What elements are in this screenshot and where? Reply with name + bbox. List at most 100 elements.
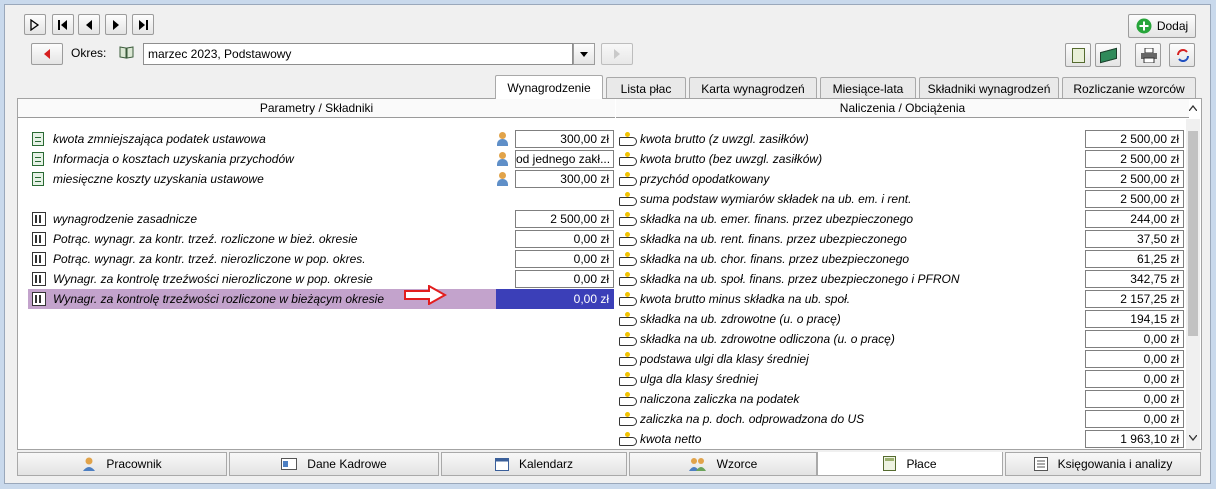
tab-miesiace-lata[interactable]: Miesiące-lata bbox=[820, 77, 916, 99]
right-row-value[interactable]: 61,25 zł bbox=[1085, 250, 1184, 268]
left-row[interactable]: Informacja o kosztach uzyskania przychod… bbox=[28, 149, 614, 169]
book-icon bbox=[119, 46, 134, 59]
last-icon bbox=[139, 19, 148, 30]
right-row-value[interactable]: 0,00 zł bbox=[1085, 390, 1184, 408]
right-row[interactable]: składka na ub. chor. finans. przez ubezp… bbox=[616, 249, 1186, 269]
chevron-down-icon bbox=[580, 51, 588, 57]
right-row-value[interactable]: 244,00 zł bbox=[1085, 210, 1184, 228]
right-row-value[interactable]: 194,15 zł bbox=[1085, 310, 1184, 328]
right-row[interactable]: suma podstaw wymiarów składek na ub. em.… bbox=[616, 189, 1186, 209]
left-row-name: Potrąc. wynagr. za kontr. trzeź. nierozl… bbox=[53, 252, 366, 266]
right-row-name: naliczona zaliczka na podatek bbox=[640, 392, 800, 406]
hand-coin-icon bbox=[619, 212, 637, 226]
bottom-tab-pracownik[interactable]: Pracownik bbox=[17, 452, 227, 476]
left-row-value[interactable]: 0,00 zł bbox=[515, 270, 614, 288]
left-row-value[interactable]: 0,00 zł bbox=[515, 250, 614, 268]
bottom-tab-kalendarz[interactable]: Kalendarz bbox=[441, 452, 627, 476]
left-row[interactable]: wynagrodzenie zasadnicze 2 500,00 zł bbox=[28, 209, 614, 229]
left-row[interactable]: miesięczne koszty uzyskania ustawowe 300,… bbox=[28, 169, 614, 189]
right-row[interactable]: ulga dla klasy średniej 0,00 zł bbox=[616, 369, 1186, 389]
tab-label: Składniki wynagrodzeń bbox=[927, 81, 1051, 96]
right-row-value[interactable]: 342,75 zł bbox=[1085, 270, 1184, 288]
bottom-tab-place[interactable]: Płace bbox=[817, 452, 1003, 476]
right-row[interactable]: kwota brutto minus składka na ub. społ. 2… bbox=[616, 289, 1186, 309]
add-button-label: Dodaj bbox=[1156, 19, 1189, 33]
scroll-thumb[interactable] bbox=[1188, 131, 1198, 336]
tab-karta-wynagrodzen[interactable]: Karta wynagrodzeń bbox=[689, 77, 817, 99]
users-icon[interactable] bbox=[497, 152, 515, 166]
right-row[interactable]: składka na ub. społ. finans. przez ubezp… bbox=[616, 269, 1186, 289]
tab-wynagrodzenie[interactable]: Wynagrodzenie bbox=[495, 75, 603, 99]
right-row[interactable]: składka na ub. rent. finans. przez ubezp… bbox=[616, 229, 1186, 249]
right-row-value[interactable]: 0,00 zł bbox=[1085, 350, 1184, 368]
person-icon bbox=[83, 457, 96, 471]
tab-label: Miesiące-lata bbox=[832, 81, 904, 96]
left-row-value[interactable]: 300,00 zł bbox=[515, 170, 614, 188]
left-row-name: Wynagr. za kontrolę trzeźwości rozliczon… bbox=[53, 292, 385, 306]
right-row[interactable]: składka na ub. zdrowotne (u. o pracę) 194… bbox=[616, 309, 1186, 329]
right-scrollbar[interactable] bbox=[1186, 105, 1200, 449]
right-column-header: Naliczenia / Obciążenia bbox=[616, 99, 1189, 118]
right-row-value[interactable]: 1 963,10 zł bbox=[1085, 430, 1184, 448]
bottom-tab-wzorce[interactable]: Wzorce bbox=[629, 452, 817, 476]
refresh-button[interactable] bbox=[1169, 43, 1195, 67]
hand-coin-icon bbox=[619, 312, 637, 326]
nav-first-button[interactable] bbox=[52, 14, 74, 35]
right-row[interactable]: podstawa ulgi dla klasy średniej 0,00 zł bbox=[616, 349, 1186, 369]
period-forward-button[interactable] bbox=[601, 43, 633, 65]
nav-new-button[interactable] bbox=[24, 14, 46, 35]
nav-next-button[interactable] bbox=[105, 14, 127, 35]
right-row-value[interactable]: 2 157,25 zł bbox=[1085, 290, 1184, 308]
tab-lista-plac[interactable]: Lista płac bbox=[606, 77, 686, 99]
right-row-value[interactable]: 0,00 zł bbox=[1085, 410, 1184, 428]
tab-skladniki-wynagrodzen[interactable]: Składniki wynagrodzeń bbox=[919, 77, 1059, 99]
nav-prev-button[interactable] bbox=[78, 14, 100, 35]
period-select[interactable]: marzec 2023, Podstawowy bbox=[143, 43, 573, 65]
bottom-tab-dane-kadrowe[interactable]: Dane Kadrowe bbox=[229, 452, 439, 476]
right-row-value[interactable]: 2 500,00 zł bbox=[1085, 150, 1184, 168]
period-back-button[interactable] bbox=[31, 43, 63, 65]
left-row-value[interactable]: 0,00 zł bbox=[515, 230, 614, 248]
left-row-value[interactable]: 2 500,00 zł bbox=[515, 210, 614, 228]
users-icon[interactable] bbox=[497, 132, 515, 146]
right-row-value[interactable]: 37,50 zł bbox=[1085, 230, 1184, 248]
users-icon[interactable] bbox=[497, 172, 515, 186]
add-button[interactable]: Dodaj bbox=[1128, 14, 1196, 38]
books-tool-button[interactable] bbox=[1095, 43, 1121, 67]
hand-coin-icon bbox=[619, 232, 637, 246]
left-row[interactable]: kwota zmniejszająca podatek ustawowa 300,… bbox=[28, 129, 614, 149]
left-row[interactable]: Potrąc. wynagr. za kontr. trzeź. rozlicz… bbox=[28, 229, 614, 249]
right-row[interactable]: kwota brutto (bez uwzgl. zasiłków) 2 500,… bbox=[616, 149, 1186, 169]
right-row-value[interactable]: 2 500,00 zł bbox=[1085, 130, 1184, 148]
right-row[interactable]: naliczona zaliczka na podatek 0,00 zł bbox=[616, 389, 1186, 409]
print-button[interactable] bbox=[1135, 43, 1161, 67]
right-row-value[interactable]: 0,00 zł bbox=[1085, 330, 1184, 348]
prev-icon bbox=[86, 19, 92, 30]
right-row-name: składka na ub. emer. finans. przez ubezp… bbox=[640, 212, 914, 226]
left-row-value[interactable]: od jednego zakł... bbox=[515, 150, 614, 168]
left-row[interactable]: Wynagr. za kontrolę trzeźwości nierozlic… bbox=[28, 269, 614, 289]
right-row[interactable]: składka na ub. zdrowotne odliczona (u. o… bbox=[616, 329, 1186, 349]
left-row-value[interactable]: 0,00 zł bbox=[496, 289, 614, 309]
payroll-window: Dodaj Okres: marzec 2023, Podstawowy Wyn… bbox=[4, 4, 1211, 484]
left-row[interactable]: Wynagr. za kontrolę trzeźwości rozliczon… bbox=[28, 289, 614, 309]
right-row-value[interactable]: 2 500,00 zł bbox=[1085, 170, 1184, 188]
period-dropdown-button[interactable] bbox=[573, 43, 595, 65]
tab-rozliczanie-wzorcow[interactable]: Rozliczanie wzorców bbox=[1062, 77, 1196, 99]
right-row[interactable]: składka na ub. emer. finans. przez ubezp… bbox=[616, 209, 1186, 229]
calculator-tool-button[interactable] bbox=[1065, 43, 1091, 67]
right-row[interactable]: zaliczka na p. doch. odprowadzona do US 0… bbox=[616, 409, 1186, 429]
right-row-value[interactable]: 0,00 zł bbox=[1085, 370, 1184, 388]
bottom-tab-label: Wzorce bbox=[716, 457, 758, 471]
left-arrow-icon bbox=[44, 49, 50, 59]
nav-last-button[interactable] bbox=[132, 14, 154, 35]
right-row-value[interactable]: 2 500,00 zł bbox=[1085, 190, 1184, 208]
right-row[interactable]: przychód opodatkowany 2 500,00 zł bbox=[616, 169, 1186, 189]
left-row[interactable]: Potrąc. wynagr. za kontr. trzeź. nierozl… bbox=[28, 249, 614, 269]
right-row-name: składka na ub. społ. finans. przez ubezp… bbox=[640, 272, 960, 286]
right-row[interactable]: kwota brutto (z uwzgl. zasiłków) 2 500,00… bbox=[616, 129, 1186, 149]
right-arrow-icon bbox=[614, 49, 620, 59]
left-row-value[interactable]: 300,00 zł bbox=[515, 130, 614, 148]
right-row[interactable]: kwota netto 1 963,10 zł bbox=[616, 429, 1186, 449]
bottom-tab-ksiegowania[interactable]: Księgowania i analizy bbox=[1005, 452, 1201, 476]
